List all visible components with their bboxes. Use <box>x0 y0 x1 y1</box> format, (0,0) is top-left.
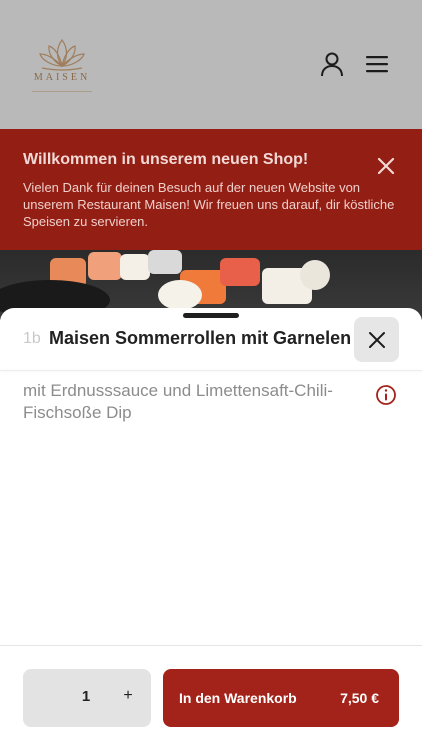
logo-underline <box>32 91 92 92</box>
close-icon <box>377 157 395 175</box>
close-icon <box>368 331 385 348</box>
menu-button[interactable] <box>364 52 390 76</box>
product-title: Maisen Sommerrollen mit Garnelen <box>49 328 352 348</box>
product-detail-sheet: 1b Maisen Sommerrollen mit Garnelen mit … <box>0 308 422 750</box>
hamburger-menu-icon <box>366 56 388 73</box>
quantity-stepper: 1 + <box>23 669 151 727</box>
product-info-button[interactable] <box>375 384 397 406</box>
product-description: mit Erdnusssauce und Limettensaft-Chili-… <box>23 381 333 422</box>
user-icon <box>321 52 343 77</box>
product-price: 7,50 € <box>340 690 379 706</box>
banner-title: Willkommen in unserem neuen Shop! <box>23 151 309 168</box>
product-number: 1b <box>23 330 41 347</box>
logo-wordmark: MAISEN <box>33 72 91 83</box>
site-header: MAISEN <box>0 0 422 129</box>
welcome-banner: Willkommen in unserem neuen Shop! Vielen… <box>0 129 422 250</box>
close-sheet-button[interactable] <box>354 317 399 362</box>
banner-text: Vielen Dank für deinen Besuch auf der ne… <box>23 180 395 229</box>
lotus-logo-icon <box>39 38 85 71</box>
quantity-increment-button[interactable]: + <box>119 684 137 708</box>
footer-divider <box>0 645 422 646</box>
info-icon <box>376 385 396 405</box>
add-to-cart-button[interactable]: In den Warenkorb 7,50 € <box>163 669 399 727</box>
restaurant-logo[interactable]: MAISEN <box>28 36 96 94</box>
quantity-value: 1 <box>81 688 91 705</box>
sheet-grab-handle[interactable] <box>183 313 239 318</box>
add-to-cart-label: In den Warenkorb <box>179 690 297 706</box>
banner-close-button[interactable] <box>374 154 398 178</box>
account-button[interactable] <box>318 50 346 78</box>
header-divider <box>0 370 422 371</box>
